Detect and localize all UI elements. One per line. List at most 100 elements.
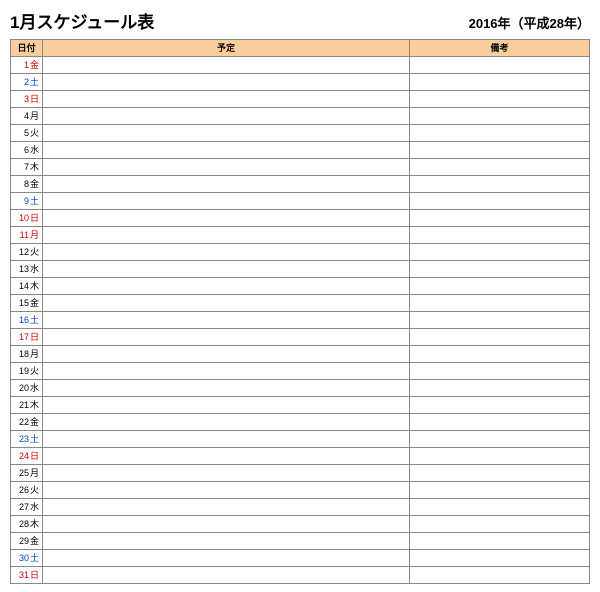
day-of-week: 月	[30, 108, 39, 124]
table-row: 26火	[11, 482, 590, 499]
day-number: 18	[19, 346, 29, 362]
notes-cell	[410, 261, 590, 278]
notes-cell	[410, 312, 590, 329]
day-number: 3	[24, 91, 29, 107]
notes-cell	[410, 380, 590, 397]
day-number: 15	[19, 295, 29, 311]
day-of-week: 日	[30, 210, 39, 226]
notes-cell	[410, 176, 590, 193]
notes-cell	[410, 159, 590, 176]
date-cell: 26火	[11, 482, 43, 499]
notes-cell	[410, 448, 590, 465]
day-number: 11	[20, 227, 29, 243]
day-number: 27	[19, 499, 29, 515]
day-number: 12	[19, 244, 29, 260]
plan-cell	[43, 482, 410, 499]
col-header-date: 日付	[11, 40, 43, 57]
day-of-week: 火	[30, 363, 39, 379]
table-row: 31日	[11, 567, 590, 584]
plan-cell	[43, 448, 410, 465]
day-of-week: 火	[30, 244, 39, 260]
day-number: 29	[19, 533, 29, 549]
table-row: 24日	[11, 448, 590, 465]
plan-cell	[43, 465, 410, 482]
day-number: 6	[24, 142, 29, 158]
date-cell: 28木	[11, 516, 43, 533]
date-cell: 3日	[11, 91, 43, 108]
day-number: 7	[24, 159, 29, 175]
plan-cell	[43, 74, 410, 91]
date-cell: 1金	[11, 57, 43, 74]
header-row: 日付 予定 備考	[11, 40, 590, 57]
day-number: 25	[19, 465, 29, 481]
table-row: 16土	[11, 312, 590, 329]
plan-cell	[43, 57, 410, 74]
day-of-week: 日	[30, 567, 39, 583]
day-of-week: 土	[30, 193, 39, 209]
day-number: 9	[24, 193, 29, 209]
day-number: 5	[24, 125, 29, 141]
table-row: 29金	[11, 533, 590, 550]
day-of-week: 月	[30, 346, 39, 362]
plan-cell	[43, 142, 410, 159]
day-number: 24	[19, 448, 29, 464]
day-number: 8	[24, 176, 29, 192]
day-of-week: 土	[30, 550, 39, 566]
notes-cell	[410, 482, 590, 499]
notes-cell	[410, 108, 590, 125]
date-cell: 7木	[11, 159, 43, 176]
document-header: 1月スケジュール表 2016年（平成28年）	[10, 8, 590, 33]
day-of-week: 月	[30, 227, 39, 243]
day-of-week: 土	[30, 431, 39, 447]
date-cell: 8金	[11, 176, 43, 193]
date-cell: 23土	[11, 431, 43, 448]
day-of-week: 木	[30, 516, 39, 532]
notes-cell	[410, 567, 590, 584]
date-cell: 14木	[11, 278, 43, 295]
table-row: 21木	[11, 397, 590, 414]
notes-cell	[410, 278, 590, 295]
plan-cell	[43, 312, 410, 329]
day-number: 31	[19, 567, 29, 583]
plan-cell	[43, 550, 410, 567]
day-number: 16	[19, 312, 29, 328]
day-of-week: 日	[30, 448, 39, 464]
day-of-week: 木	[30, 159, 39, 175]
day-of-week: 金	[30, 295, 39, 311]
date-cell: 10日	[11, 210, 43, 227]
notes-cell	[410, 295, 590, 312]
day-number: 4	[24, 108, 29, 124]
day-of-week: 金	[30, 414, 39, 430]
table-row: 8金	[11, 176, 590, 193]
day-number: 2	[24, 74, 29, 90]
day-number: 14	[19, 278, 29, 294]
date-cell: 9土	[11, 193, 43, 210]
schedule-table: 日付 予定 備考 1金2土3日4月5火6水7木8金9土10日11月12火13水1…	[10, 39, 590, 584]
date-cell: 31日	[11, 567, 43, 584]
day-number: 28	[19, 516, 29, 532]
col-header-plan: 予定	[43, 40, 410, 57]
day-of-week: 金	[30, 533, 39, 549]
notes-cell	[410, 414, 590, 431]
date-cell: 25月	[11, 465, 43, 482]
notes-cell	[410, 74, 590, 91]
notes-cell	[410, 142, 590, 159]
notes-cell	[410, 193, 590, 210]
day-of-week: 金	[30, 176, 39, 192]
table-row: 19火	[11, 363, 590, 380]
plan-cell	[43, 329, 410, 346]
table-row: 3日	[11, 91, 590, 108]
plan-cell	[43, 499, 410, 516]
date-cell: 24日	[11, 448, 43, 465]
plan-cell	[43, 533, 410, 550]
notes-cell	[410, 499, 590, 516]
table-row: 2土	[11, 74, 590, 91]
plan-cell	[43, 295, 410, 312]
plan-cell	[43, 363, 410, 380]
day-of-week: 火	[30, 125, 39, 141]
table-row: 5火	[11, 125, 590, 142]
date-cell: 17日	[11, 329, 43, 346]
notes-cell	[410, 329, 590, 346]
plan-cell	[43, 210, 410, 227]
table-row: 9土	[11, 193, 590, 210]
